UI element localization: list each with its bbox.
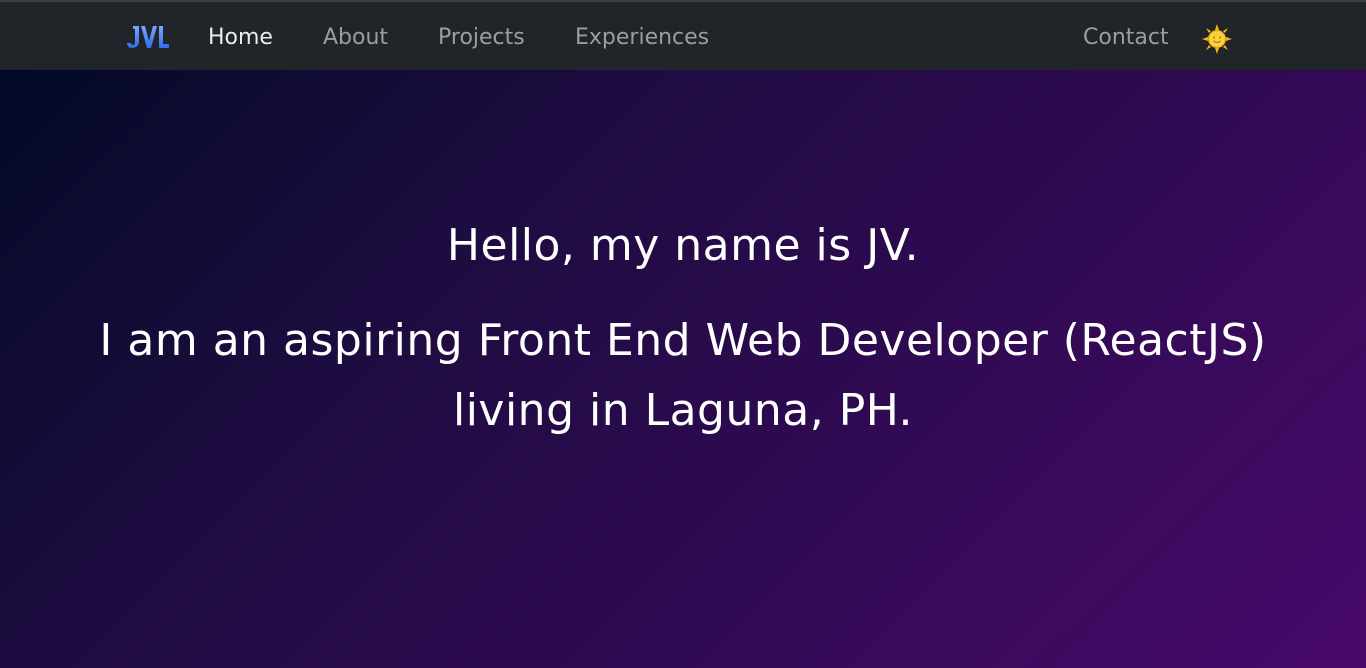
hero-section: Hello, my name is JV. I am an aspiring F… xyxy=(0,70,1366,668)
hero-intro-line-1: I am an aspiring Front End Web Developer… xyxy=(99,315,1267,366)
navbar: Home About Projects Experiences Contact xyxy=(0,0,1366,70)
nav-link-contact[interactable]: Contact xyxy=(1083,22,1169,54)
sun-icon xyxy=(1202,24,1232,54)
nav-link-about[interactable]: About xyxy=(323,22,388,54)
hero-greeting: Hello, my name is JV. xyxy=(446,220,920,271)
nav-link-home[interactable]: Home xyxy=(208,22,273,54)
hero-intro-line-2: living in Laguna, PH. xyxy=(452,385,914,436)
nav-link-experiences[interactable]: Experiences xyxy=(575,22,709,54)
hero-intro: I am an aspiring Front End Web Developer… xyxy=(0,306,1366,446)
jvl-logo-icon xyxy=(127,26,169,48)
theme-toggle-button[interactable] xyxy=(1202,24,1232,54)
brand-logo[interactable] xyxy=(124,22,172,52)
nav-link-projects[interactable]: Projects xyxy=(438,22,525,54)
